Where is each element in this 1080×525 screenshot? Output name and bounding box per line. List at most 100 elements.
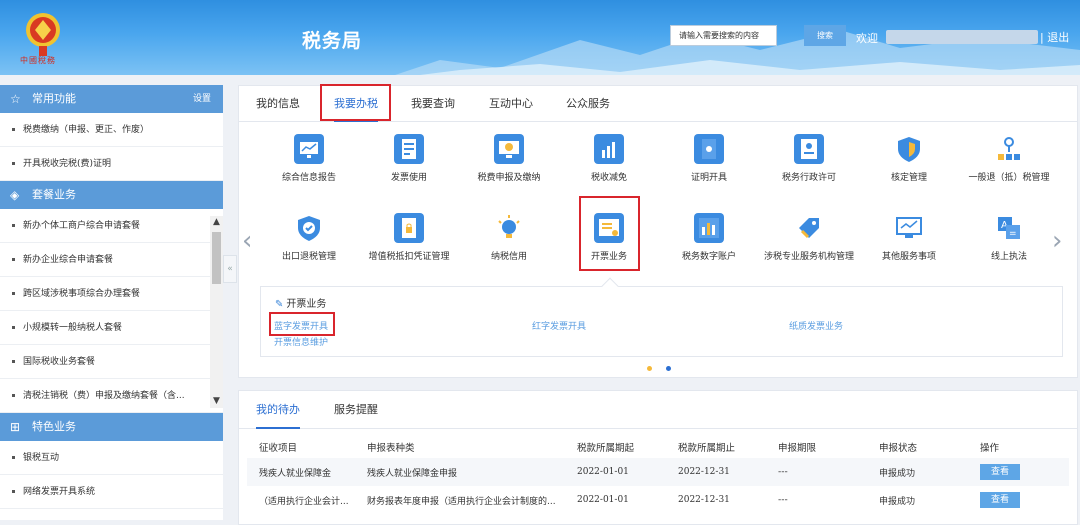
sidebar-section-title: 常用功能 (32, 92, 76, 105)
sidebar-item[interactable]: 国际税收业务套餐 (0, 345, 223, 379)
cell: 2022-01-01 (565, 458, 666, 486)
link-invoice-info[interactable]: 开票信息维护 (274, 335, 328, 348)
sidebar-item-label: 跨区域涉税事项综合办理套餐 (23, 289, 141, 299)
cell: 申报成功 (879, 496, 916, 507)
service-comprehensive-report[interactable]: 综合信息报告 (259, 134, 359, 184)
shield-icon (894, 134, 924, 164)
service-invoice-use[interactable]: 发票使用 (359, 134, 459, 184)
sidebar-section-package[interactable]: ◈ 套餐业务 (0, 181, 223, 209)
view-button[interactable]: 查看 (980, 492, 1020, 508)
sidebar-item-label: 网络发票开具系统 (23, 487, 96, 497)
user-name-redacted (886, 30, 1038, 44)
todo-tabs: 我的待办 服务提醒 (239, 391, 1077, 429)
certificate-icon (694, 134, 724, 164)
tab-service-reminder[interactable]: 服务提醒 (334, 391, 378, 429)
table-row: （适用执行企业会计... 财务报表年度申报（适用执行企业会计制度的... 202… (247, 486, 1069, 514)
link-paper-invoice[interactable]: 纸质发票业务 (789, 319, 843, 332)
chevron-left-icon[interactable]: ‹ (242, 226, 252, 256)
sidebar-scrollbar[interactable]: ▲ ▼ (210, 216, 223, 408)
sidebar-item[interactable]: 新办个体工商户综合申请套餐 (0, 209, 223, 243)
service-label: 发票使用 (390, 173, 427, 183)
view-button[interactable]: 查看 (980, 464, 1020, 480)
tab-my-todo[interactable]: 我的待办 (256, 391, 300, 429)
sidebar-item-label: 小规模转一般纳税人套餐 (23, 323, 123, 333)
tab-public-service[interactable]: 公众服务 (566, 86, 610, 122)
sidebar-item[interactable]: 新办企业综合申请套餐 (0, 243, 223, 277)
col-header: 税款所属期止 (666, 436, 766, 458)
sidebar-item[interactable]: 网络发票开具系统 (0, 475, 223, 509)
subpanel-title: ✎ 开票业务 (275, 295, 326, 310)
highlight-box (269, 312, 335, 336)
service-vat-deduction[interactable]: 增值税抵扣凭证管理 (359, 213, 459, 263)
scroll-up-icon[interactable]: ▲ (210, 216, 223, 229)
search-button[interactable]: 搜索 (804, 25, 846, 46)
header-banner: 中國稅務 税务局 请输入需要搜索的内容 搜索 欢迎 | 退出 (0, 0, 1080, 75)
sidebar-section-special[interactable]: ⊞ 特色业务 (0, 413, 223, 441)
link-red-invoice[interactable]: 红字发票开具 (532, 319, 586, 332)
layers-icon: ◈ (10, 188, 20, 202)
pager-dot-active[interactable] (666, 366, 671, 371)
svg-text:=: = (1009, 229, 1017, 239)
service-certificate[interactable]: 证明开具 (659, 134, 759, 184)
scroll-thumb[interactable] (212, 232, 221, 284)
sidebar-item-label: 新办企业综合申请套餐 (23, 255, 114, 265)
service-tax-declaration[interactable]: 税费申报及缴纳 (459, 134, 559, 184)
col-header: 税款所属期起 (565, 436, 666, 458)
sidebar-item-label: 开具税收完税(费)证明 (23, 159, 112, 169)
service-label: 其他服务事项 (881, 252, 936, 262)
settings-link[interactable]: 设置 (193, 85, 211, 113)
scroll-down-icon[interactable]: ▼ (210, 395, 223, 408)
lightbulb-icon (494, 213, 524, 243)
service-admin-permit[interactable]: 税务行政许可 (759, 134, 859, 184)
service-verification[interactable]: 核定管理 (859, 134, 959, 184)
sidebar-item[interactable]: 开具税收完税(费)证明 (0, 147, 223, 181)
sidebar: ☆ 常用功能 设置 税费缴纳（申报、更正、作废） 开具税收完税(费)证明 ◈ 套… (0, 85, 223, 520)
subpanel-title-text: 开票业务 (286, 299, 327, 310)
todo-panel: 我的待办 服务提醒 征收项目 申报表种类 税款所属期起 税款所属期止 申报期限 … (238, 390, 1078, 525)
service-credit[interactable]: 纳税信用 (459, 213, 559, 263)
cell: 2022-12-31 (666, 458, 766, 486)
service-label: 涉税专业服务机构管理 (763, 252, 854, 262)
tab-query[interactable]: 我要查询 (411, 86, 455, 122)
tab-my-info[interactable]: 我的信息 (256, 86, 300, 122)
sidebar-item-label: 国际税收业务套餐 (23, 357, 96, 367)
service-export-refund[interactable]: 出口退税管理 (259, 213, 359, 263)
service-other[interactable]: 其他服务事项 (859, 213, 959, 263)
service-refund[interactable]: 一般退（抵）税管理 (959, 134, 1059, 184)
sidebar-item-label: 新办个体工商户综合申请套餐 (23, 221, 141, 231)
cell: 残疾人就业保障金 (247, 458, 355, 486)
star-icon: ☆ (10, 92, 21, 106)
pager-dot[interactable] (647, 366, 652, 371)
service-label: 税务数字账户 (681, 252, 736, 262)
search-input[interactable]: 请输入需要搜索的内容 (670, 25, 777, 46)
service-label: 税收减免 (590, 173, 627, 183)
service-label: 综合信息报告 (281, 173, 336, 183)
sidebar-item-label: 清税注销税（费）申报及缴纳套餐（含... (23, 391, 185, 401)
monitor-chart-icon (294, 134, 324, 164)
col-header: 征收项目 (247, 436, 355, 458)
sidebar-item-label: 银税互动 (23, 453, 60, 463)
service-agency-management[interactable]: 涉税专业服务机构管理 (759, 213, 859, 263)
collapse-sidebar-icon[interactable]: « (223, 255, 237, 283)
monitor-coin-icon (494, 134, 524, 164)
service-digital-account[interactable]: 税务数字账户 (659, 213, 759, 263)
service-online-enforcement[interactable]: A = 线上执法 (959, 213, 1059, 263)
sidebar-item[interactable]: 小规模转一般纳税人套餐 (0, 311, 223, 345)
sidebar-item[interactable]: 跨区域涉税事项综合办理套餐 (0, 277, 223, 311)
service-label: 出口退税管理 (281, 252, 336, 262)
service-tax-reduction[interactable]: 税收减免 (559, 134, 659, 184)
sidebar-section-common[interactable]: ☆ 常用功能 设置 (0, 85, 223, 113)
grid-icon: ⊞ (10, 420, 21, 434)
sidebar-item[interactable]: 税费缴纳（申报、更正、作废） (0, 113, 223, 147)
tab-interaction[interactable]: 互动中心 (489, 86, 533, 122)
logout-link[interactable]: | 退出 (1040, 29, 1069, 45)
file-lock-icon (394, 213, 424, 243)
sidebar-item[interactable]: 清税注销税（费）申报及缴纳套餐（含... (0, 379, 223, 413)
sidebar-section-title: 套餐业务 (32, 188, 76, 201)
chevron-right-icon[interactable]: › (1052, 226, 1062, 256)
welcome-text: 欢迎 (856, 32, 878, 45)
service-label: 核定管理 (890, 173, 927, 183)
bullet-icon (12, 258, 15, 261)
bullet-icon (12, 394, 15, 397)
sidebar-item[interactable]: 银税互动 (0, 441, 223, 475)
